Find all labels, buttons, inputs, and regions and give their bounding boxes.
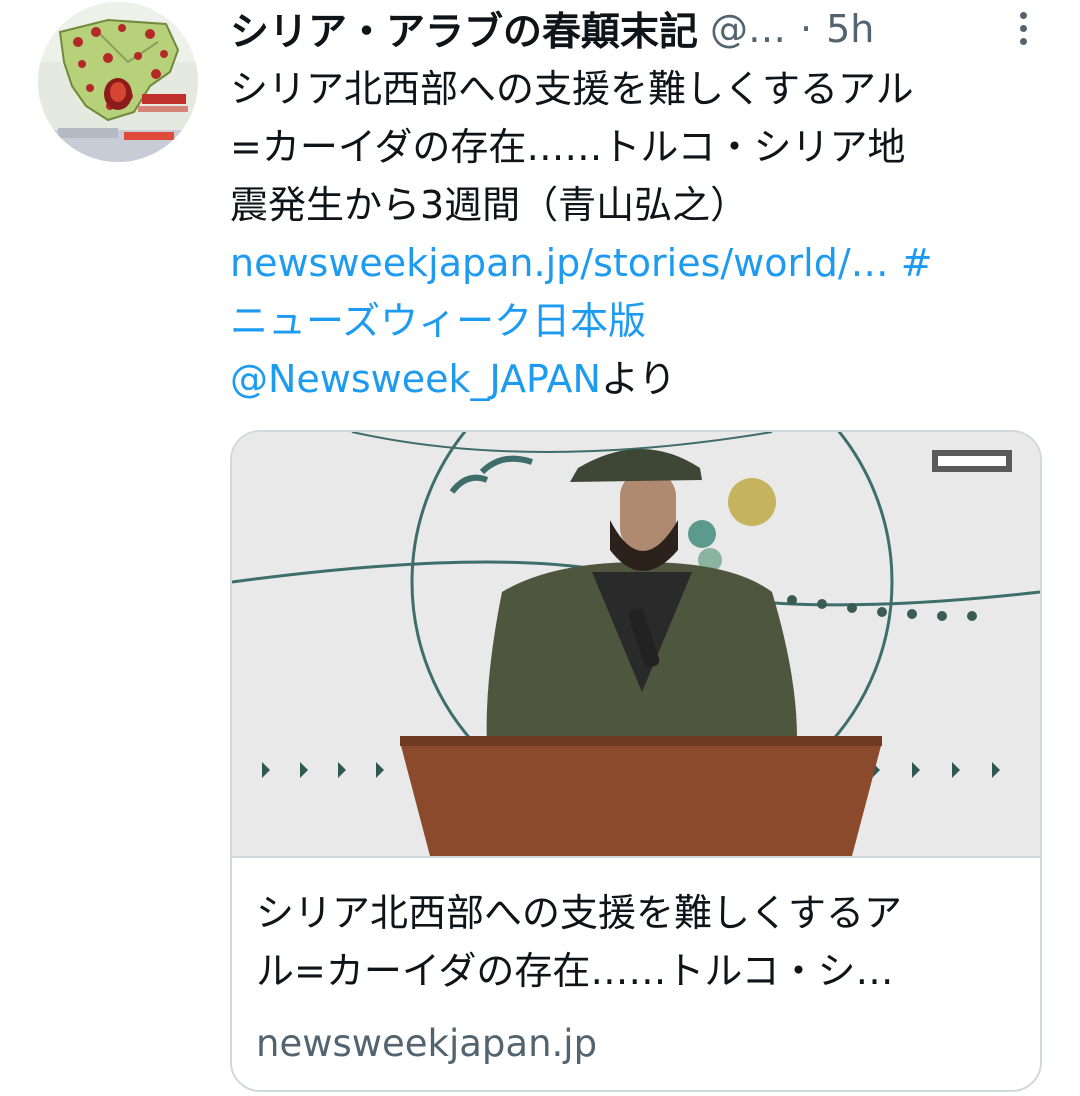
card-divider [232,856,1040,858]
avatar-image [38,2,198,162]
handle[interactable]: @… [710,7,786,51]
tweet-header: シリア・アラブの春顛末記 @… · 5h [230,1,1030,57]
card-title-line: シリア北西部への支援を難しくするア [256,891,903,935]
more-vertical-icon[interactable] [1005,6,1041,50]
timestamp[interactable]: 5h [826,7,874,51]
hashtag-link[interactable]: ニューズウィーク日本版 [230,299,646,343]
separator-dot: · [800,7,813,51]
tweet-link-line: newsweekjapan.jp/stories/world/… # [230,234,1050,292]
mention-link[interactable]: @Newsweek_JAPAN [230,357,601,401]
card-title[interactable]: シリア北西部への支援を難しくするア ル=カーイダの存在……トルコ・シ… [256,884,1026,1000]
tweet-text-line: 震発生から3週間（青山弘之） [230,183,749,227]
hashtag-line: ニューズウィーク日本版 [230,292,1050,350]
tweet-text-line: シリア北西部への支援を難しくするアル [230,67,914,111]
card-photo [232,432,1040,856]
hashtag-mark[interactable]: # [901,241,933,285]
card-image[interactable] [232,432,1040,856]
display-name[interactable]: シリア・アラブの春顛末記 [230,1,698,57]
article-link[interactable]: newsweekjapan.jp/stories/world/… [230,241,889,285]
avatar[interactable] [38,2,198,162]
tweet-text: シリア北西部への支援を難しくするアル =カーイダの存在……トルコ・シリア地 震発… [230,60,1050,408]
tweet[interactable]: シリア・アラブの春顛末記 @… · 5h シリア北西部への支援を難しくするアル … [0,0,1080,1096]
card-title-line: ル=カーイダの存在……トルコ・シ… [256,949,894,993]
link-card[interactable]: シリア北西部への支援を難しくするア ル=カーイダの存在……トルコ・シ… news… [230,430,1042,1092]
mention-line: @Newsweek_JAPANより [230,350,1050,408]
mention-suffix: より [600,357,677,401]
tweet-text-line: =カーイダの存在……トルコ・シリア地 [230,125,906,169]
card-domain: newsweekjapan.jp [256,1022,598,1065]
